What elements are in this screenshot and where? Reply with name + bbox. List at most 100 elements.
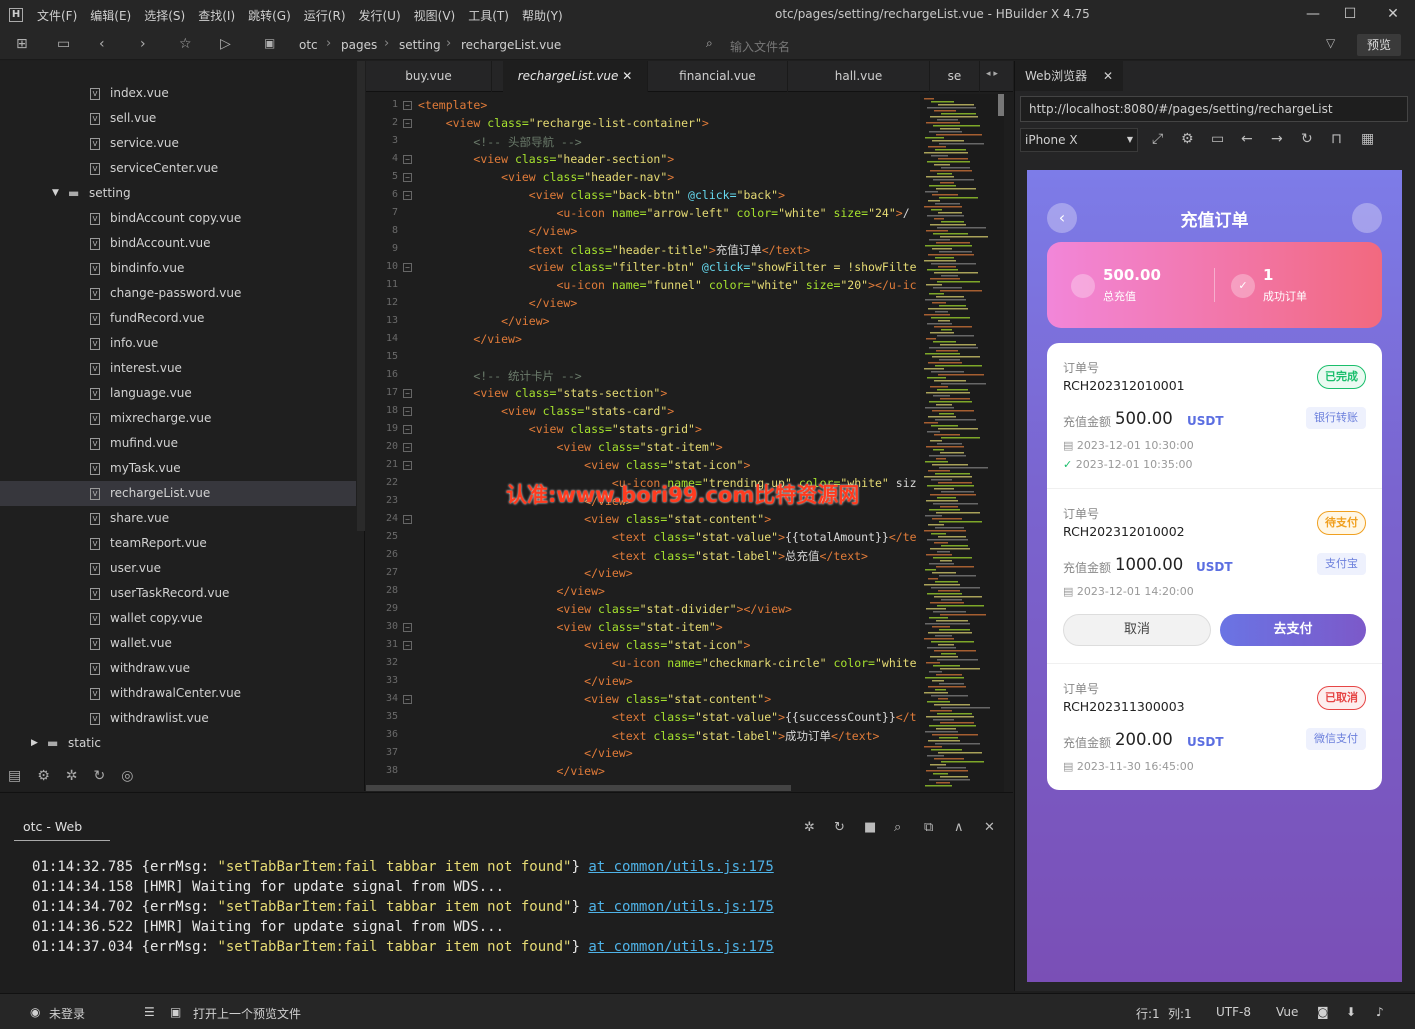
arrow-left-icon[interactable]: ← <box>1241 131 1253 147</box>
file-tree-item[interactable]: Vmixrecharge.vue <box>0 406 356 431</box>
close-icon[interactable]: ✕ <box>1383 4 1403 24</box>
fold-icon[interactable]: − <box>403 623 412 632</box>
browser-icon[interactable]: ◎ <box>121 768 133 784</box>
code-line[interactable]: <text class="stat-value">{{totalAmount}}… <box>418 530 917 544</box>
code-line[interactable]: <!-- 头部导航 --> <box>418 134 581 150</box>
menu-run[interactable]: 运行(R) <box>304 7 346 24</box>
minimap[interactable] <box>920 94 1004 794</box>
download-icon[interactable]: ⬇ <box>1346 1005 1356 1019</box>
code-line[interactable]: </view> <box>418 296 577 310</box>
tab-scroll-icon[interactable]: ◂ ▸ <box>986 69 998 79</box>
fold-icon[interactable]: − <box>403 425 412 434</box>
menu-find[interactable]: 查找(I) <box>198 7 235 24</box>
order-item[interactable]: 订单号 RCH202311300003 已取消 充值金额 200.00 USDT… <box>1047 664 1382 790</box>
device-select[interactable]: iPhone X ▼ <box>1020 128 1138 152</box>
fold-icon[interactable]: − <box>403 641 412 650</box>
filter-button[interactable] <box>1352 203 1382 233</box>
file-tree-item[interactable]: Vuser.vue <box>0 556 356 581</box>
restart-icon[interactable]: ↻ <box>834 820 845 835</box>
pay-button[interactable]: 去支付 <box>1220 614 1366 646</box>
code-line[interactable]: <template> <box>418 98 487 112</box>
file-tree-item[interactable]: ▼ ▬ setting <box>0 181 356 206</box>
code-line[interactable]: <view class="stat-content"> <box>418 692 771 706</box>
code-line[interactable]: </view> <box>418 566 632 580</box>
file-tree-item[interactable]: Vchange-password.vue <box>0 281 356 306</box>
breadcrumb-file[interactable]: rechargeList.vue <box>461 38 561 52</box>
settings-icon[interactable]: ⚙ <box>1181 131 1194 147</box>
file-tree-item[interactable]: VrechargeList.vue <box>0 481 356 506</box>
code-line[interactable]: <view class="stat-item"> <box>418 620 722 634</box>
code-line[interactable]: <text class="stat-label">总充值</text> <box>418 548 868 564</box>
code-line[interactable]: <view class="stats-card"> <box>418 404 674 418</box>
plugin-icon[interactable]: ⚙ <box>37 768 50 784</box>
file-tree-item[interactable]: VbindAccount copy.vue <box>0 206 356 231</box>
code-line[interactable]: <view class="stat-icon"> <box>418 638 750 652</box>
url-input[interactable]: http://localhost:8080/#/pages/setting/re… <box>1020 96 1408 122</box>
fold-icon[interactable]: − <box>403 173 412 182</box>
fold-icon[interactable]: − <box>403 389 412 398</box>
menu-goto[interactable]: 跳转(G) <box>248 7 291 24</box>
file-tree-item[interactable]: VbindAccount.vue <box>0 231 356 256</box>
save-icon[interactable]: ▭ <box>57 36 70 52</box>
code-line[interactable]: <text class="stat-value">{{successCount}… <box>418 710 917 724</box>
breadcrumb-otc[interactable]: otc <box>299 38 318 52</box>
back-icon[interactable]: ‹ <box>99 36 105 52</box>
rotate-icon[interactable]: ⤢ <box>1152 131 1163 147</box>
log-source-link[interactable]: at common/utils.js:175 <box>588 939 773 955</box>
log-source-link[interactable]: at common/utils.js:175 <box>588 859 773 875</box>
horizontal-scrollbar[interactable] <box>366 785 791 791</box>
chevron-up-icon[interactable]: ∧ <box>954 820 964 835</box>
open-external-icon[interactable]: ⧉ <box>924 820 933 835</box>
code-line[interactable]: <u-icon name="checkmark-circle" color="w… <box>418 656 917 670</box>
tab-buy[interactable]: buy.vue <box>366 61 492 92</box>
maximize-icon[interactable]: ☐ <box>1340 4 1360 24</box>
minimize-icon[interactable]: — <box>1303 4 1323 24</box>
code-line[interactable]: <text class="header-title">充值订单</text> <box>418 242 810 258</box>
file-tree-item[interactable]: Vwithdraw.vue <box>0 656 356 681</box>
fold-icon[interactable]: − <box>403 119 412 128</box>
file-tree-item[interactable]: Vinterest.vue <box>0 356 356 381</box>
breadcrumb-setting[interactable]: setting <box>399 38 441 52</box>
browser-tab[interactable]: Web浏览器 ✕ <box>1015 61 1123 91</box>
code-line[interactable]: <view class="filter-btn" @click="showFil… <box>418 260 917 274</box>
fold-icon[interactable]: − <box>403 407 412 416</box>
file-tree-item[interactable]: ▶ ▬ static <box>0 731 356 756</box>
login-status[interactable]: 未登录 <box>49 1005 85 1022</box>
search-icon[interactable]: ⌕ <box>894 820 901 835</box>
code-line[interactable]: <text class="stat-label">成功订单</text> <box>418 728 880 744</box>
file-tree-item[interactable]: Vinfo.vue <box>0 331 356 356</box>
debug-icon[interactable]: ✲ <box>66 768 78 784</box>
file-tree-item[interactable]: VmyTask.vue <box>0 456 356 481</box>
bell-icon[interactable]: ♪ <box>1376 1005 1384 1019</box>
code-line[interactable]: <u-icon name="arrow-left" color="white" … <box>418 206 909 220</box>
star-icon[interactable]: ☆ <box>179 36 192 52</box>
file-tree-item[interactable]: Vindex.vue <box>0 81 356 106</box>
file-tree-item[interactable]: VfundRecord.vue <box>0 306 356 331</box>
open-prev-preview[interactable]: 打开上一个预览文件 <box>193 1005 301 1022</box>
cancel-button[interactable]: 取消 <box>1063 614 1211 646</box>
code-line[interactable]: </view> <box>418 746 632 760</box>
code-line[interactable]: </view> <box>418 584 604 598</box>
file-tree-item[interactable]: Vlanguage.vue <box>0 381 356 406</box>
menu-select[interactable]: 选择(S) <box>144 7 185 24</box>
forward-icon[interactable]: › <box>140 36 146 52</box>
tab-setting[interactable]: se <box>930 61 980 92</box>
tab-financial[interactable]: financial.vue <box>648 61 788 92</box>
menu-help[interactable]: 帮助(Y) <box>522 7 563 24</box>
code-line[interactable]: <view class="back-btn" @click="back"> <box>418 188 785 202</box>
debug-icon[interactable]: ✲ <box>804 820 815 835</box>
breadcrumb-pages[interactable]: pages <box>341 38 377 52</box>
file-tree-item[interactable]: Vwallet copy.vue <box>0 606 356 631</box>
user-icon[interactable]: ◉ <box>30 1005 40 1019</box>
code-line[interactable]: <view class="stat-icon"> <box>418 458 750 472</box>
sidebar-scrollbar[interactable] <box>357 61 365 531</box>
cursor-col[interactable]: 列:1 <box>1168 1005 1192 1022</box>
file-tree-item[interactable]: Vsell.vue <box>0 106 356 131</box>
menu-tools[interactable]: 工具(T) <box>468 7 509 24</box>
menu-edit[interactable]: 编辑(E) <box>90 7 131 24</box>
menu-publish[interactable]: 发行(U) <box>359 7 401 24</box>
order-item[interactable]: 订单号 RCH202312010001 已完成 充值金额 500.00 USDT… <box>1047 343 1382 489</box>
code-area[interactable]: 1− <template> 2− <view class="recharge-lis… <box>366 94 921 784</box>
code-line[interactable]: <view class="stats-grid"> <box>418 422 702 436</box>
code-line[interactable]: <view class="stat-divider"></view> <box>418 602 791 616</box>
